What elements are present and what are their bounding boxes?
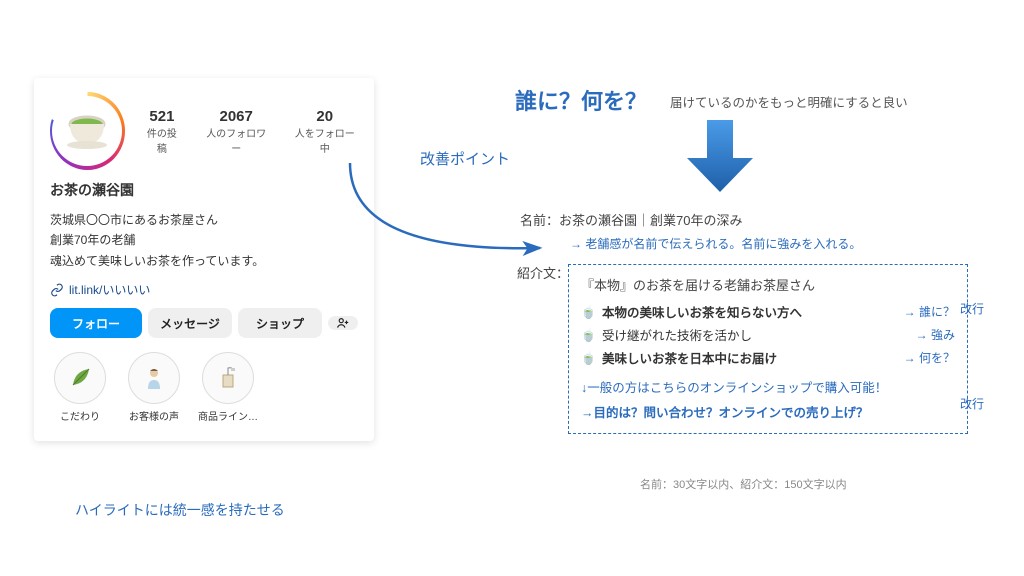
bio-row-text: 本物の美味しいお茶を知らない方へ [602, 302, 802, 321]
profile-name: お茶の瀬谷園 [50, 180, 358, 200]
bio-headline: 『本物』のお茶を届ける老舗お茶屋さん [581, 275, 955, 294]
message-button[interactable]: メッセージ [148, 308, 232, 338]
bio-row: 🍵 受け継がれた技術を活かし → 強み [581, 325, 955, 344]
bio-row-tag: → 何を？ [904, 349, 955, 366]
bio-row-text: 美味しいお茶を日本中にお届け [602, 348, 777, 367]
profile-stats: 521 件の投稿 2067 人のフォロワー 20 人をフォロー中 [143, 108, 358, 155]
stat-following[interactable]: 20 人をフォロー中 [291, 108, 358, 155]
bio-row: 🍵 美味しいお茶を日本中にお届け → 何を？ [581, 348, 955, 367]
improvement-details: 名前：お茶の瀬谷園｜創業70年の深み 老舗感が名前で伝えられる。名前に強みを入れ… [520, 210, 990, 434]
headline-sub: 届けているのかをもっと明確にすると良い [670, 92, 908, 111]
highlight-item[interactable]: お客様の声 [124, 352, 184, 423]
link-icon [50, 283, 64, 297]
down-arrow-icon [685, 120, 755, 195]
tea-emoji-icon: 🍵 [581, 351, 596, 365]
improved-name-note: 老舗感が名前で伝えられる。名前に強みを入れる。 [570, 235, 990, 252]
bio-question-line: →目的は？問い合わせ？オンラインでの売り上げ？ [581, 402, 955, 421]
bio-line-1: 茨城県〇〇市にあるお茶屋さん [50, 210, 358, 230]
char-limit-note: 名前：30文字以内、紹介文：150文字以内 [640, 476, 847, 492]
bio-row-tag: → 強み [916, 326, 955, 343]
shop-button[interactable]: ショップ [238, 308, 322, 338]
person-icon [128, 352, 180, 404]
tea-emoji-icon: 🍵 [581, 328, 596, 342]
following-count: 20 [291, 108, 358, 125]
teabag-icon [202, 352, 254, 404]
profile-header: 521 件の投稿 2067 人のフォロワー 20 人をフォロー中 [50, 92, 358, 170]
bio-cta-line: ↓一般の方はこちらのオンラインショップで購入可能！ [581, 377, 955, 396]
posts-label: 件の投稿 [143, 125, 181, 155]
user-plus-icon [336, 316, 350, 330]
posts-count: 521 [143, 108, 181, 125]
followers-label: 人のフォロワー [203, 125, 270, 155]
avatar [52, 96, 122, 166]
highlight-label: 商品ライン… [198, 408, 258, 423]
bio-row-text: 受け継がれた技術を活かし [602, 325, 752, 344]
following-label: 人をフォロー中 [291, 125, 358, 155]
highlight-item[interactable]: 商品ライン… [198, 352, 258, 423]
leaf-icon [54, 352, 106, 404]
highlight-label: こだわり [50, 408, 110, 423]
linebreak-note: 改行 [960, 395, 984, 412]
stat-posts[interactable]: 521 件の投稿 [143, 108, 181, 155]
profile-link[interactable]: lit.link/いいいい [50, 281, 358, 298]
highlight-note: ハイライトには統一感を持たせる [75, 500, 285, 520]
linebreak-note: 改行 [960, 300, 984, 317]
headline-question: 誰に？何を？ [515, 84, 647, 116]
bio-line-3: 魂込めて美味しいお茶を作っています。 [50, 251, 358, 271]
bio-row: 🍵 本物の美味しいお茶を知らない方へ → 誰に？ [581, 302, 955, 321]
tea-emoji-icon: 🍵 [581, 305, 596, 319]
story-highlights: こだわり お客様の声 商品ライン… [50, 352, 358, 423]
stat-followers[interactable]: 2067 人のフォロワー [203, 108, 270, 155]
bio-row-tag: → 誰に？ [904, 303, 955, 320]
profile-actions: フォロー メッセージ ショップ [50, 308, 358, 338]
highlight-item[interactable]: こだわり [50, 352, 110, 423]
profile-bio: 茨城県〇〇市にあるお茶屋さん 創業70年の老舗 魂込めて美味しいお茶を作っていま… [50, 210, 358, 271]
tea-cup-icon [58, 102, 116, 160]
bio-field-label: 紹介文： [517, 263, 569, 282]
instagram-profile-card: 521 件の投稿 2067 人のフォロワー 20 人をフォロー中 お茶の瀬谷園 … [34, 78, 374, 441]
more-button[interactable] [328, 316, 358, 330]
highlight-label: お客様の声 [124, 408, 184, 423]
improved-name-line: 名前：お茶の瀬谷園｜創業70年の深み [520, 210, 990, 229]
improved-bio-box: 紹介文： 『本物』のお茶を届ける老舗お茶屋さん 🍵 本物の美味しいお茶を知らない… [568, 264, 968, 434]
link-text: lit.link/いいいい [69, 281, 150, 298]
followers-count: 2067 [203, 108, 270, 125]
bio-line-2: 創業70年の老舗 [50, 230, 358, 250]
avatar-story-ring[interactable] [50, 92, 125, 170]
follow-button[interactable]: フォロー [50, 308, 142, 338]
